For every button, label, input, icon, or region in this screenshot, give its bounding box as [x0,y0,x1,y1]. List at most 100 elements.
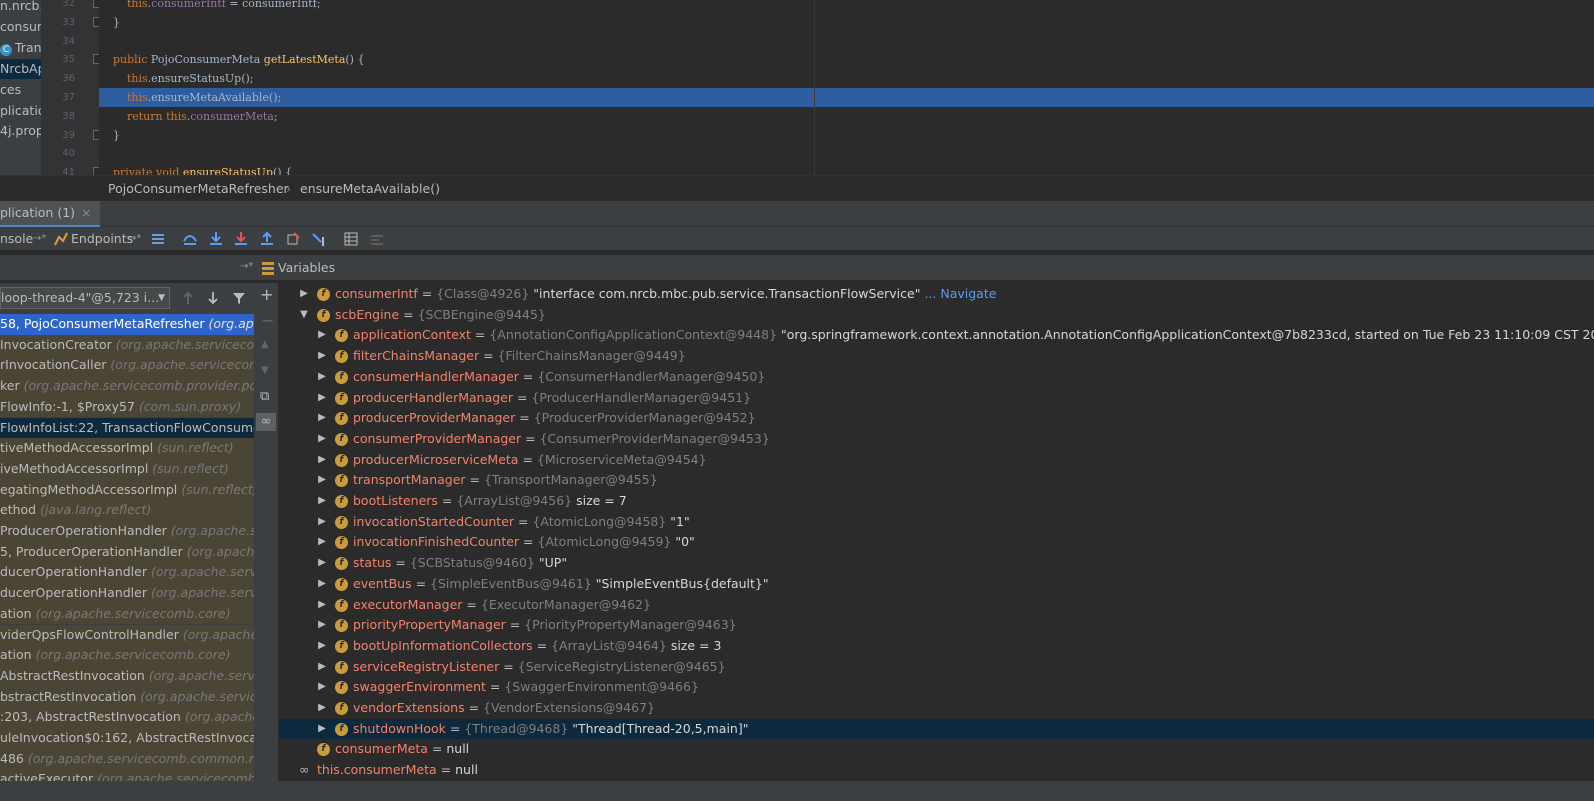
stack-frame[interactable]: ation (org.apache.servicecomb.core) [0,645,254,666]
debug-session-tab[interactable]: plication (1) × [0,201,100,227]
project-tree-item[interactable]: NrcbAp [0,59,41,79]
variable-row[interactable]: ▶ f producerProviderManager = {ProducerPro… [279,408,1594,429]
project-tree-item[interactable]: 4j.prop [0,121,41,141]
variable-row[interactable]: ▶ f transportManager = {TransportManager@9… [279,470,1594,491]
variable-row[interactable]: ▶ f swaggerEnvironment = {SwaggerEnvironme… [279,677,1594,698]
expand-arrow-icon[interactable]: ▶ [317,553,327,574]
stack-frame[interactable]: ProducerOperationHandler (org.apache.ser… [0,521,254,542]
step-out-icon[interactable] [259,231,275,247]
frames-pin-icon[interactable]: →* [240,258,253,276]
variable-row[interactable]: ▶ f executorManager = {ExecutorManager@946… [279,595,1594,616]
expand-arrow-icon[interactable]: ▶ [317,595,327,616]
stack-frame[interactable]: ducerOperationHandler (org.apache.servic… [0,562,254,584]
expand-arrow-icon[interactable]: ▶ [317,698,327,719]
variable-row[interactable]: ▶ f status = {SCBStatus@9460} "UP" [279,553,1594,574]
expand-arrow-icon[interactable]: ▶ [317,470,327,491]
arrow-up-icon[interactable] [180,290,196,306]
variable-row[interactable]: ▼ f scbEngine = {SCBEngine@9445} [279,305,1594,326]
move-up-icon[interactable]: ▲ [261,339,269,350]
expand-arrow-icon[interactable]: ▶ [317,408,327,429]
variable-row[interactable]: ▶ f bootListeners = {ArrayList@9456} size … [279,491,1594,512]
stack-frame[interactable]: FlowInfoList:22, TransactionFlowConsumer… [0,417,254,439]
stack-frame[interactable]: InvocationCreator (org.apache.servicecom… [0,334,254,356]
stack-frame[interactable]: :203, AbstractRestInvocation (org.apache… [0,707,254,728]
breadcrumb-method[interactable]: ensureMetaAvailable() [300,181,440,196]
console-tab[interactable]: nsole [0,230,33,248]
pin-icon[interactable]: →* [33,230,46,248]
expand-arrow-icon[interactable]: ▶ [317,429,327,450]
trace-icon[interactable] [369,231,385,247]
breadcrumb-class[interactable]: PojoConsumerMetaRefresher [108,181,289,196]
stack-frame[interactable]: bstractRestInvocation (org.apache.servic… [0,686,254,708]
expand-arrow-icon[interactable]: ▶ [317,512,327,533]
stack-frame[interactable]: tiveMethodAccessorImpl (sun.reflect) [0,438,254,459]
show-watches-icon[interactable]: ∞ [256,413,276,431]
project-tree-item[interactable]: n.nrcb.r [0,0,41,16]
variable-row[interactable]: ▶ f producerMicroserviceMeta = {Microservi… [279,450,1594,471]
thread-selector[interactable]: loop-thread-4"@5,723 i... ▼ [0,287,170,309]
stack-frame[interactable]: ker (org.apache.servicecomb.provider.poj… [0,376,254,397]
variable-row[interactable]: ▶ f invocationStartedCounter = {AtomicLong… [279,512,1594,533]
variable-row[interactable]: ▶ f applicationContext = {AnnotationConfig… [279,325,1594,346]
expand-arrow-icon[interactable]: ▶ [317,367,327,388]
variable-row[interactable]: ▶ f consumerProviderManager = {ConsumerPro… [279,429,1594,450]
project-tree-item[interactable]: plicatior [0,101,41,121]
expand-arrow-icon[interactable]: ▶ [317,491,327,512]
close-icon[interactable]: × [81,205,91,220]
expand-arrow-icon[interactable]: ▶ [317,657,327,678]
expand-arrow-icon[interactable]: ▶ [317,574,327,595]
stack-frame[interactable]: 5, ProducerOperationHandler (org.apache.… [0,541,254,563]
filter-icon[interactable] [231,290,247,306]
move-down-icon[interactable]: ▼ [261,365,269,376]
remove-watch-icon[interactable]: − [261,311,274,330]
arrow-down-icon[interactable] [205,290,221,306]
stack-frame[interactable]: ethod (java.lang.reflect) [0,500,254,521]
expand-arrow-icon[interactable]: ▶ [317,615,327,636]
variable-row[interactable]: ▶ f serviceRegistryListener = {ServiceRegi… [279,657,1594,678]
step-into-icon[interactable] [208,231,224,247]
variable-row[interactable]: ▶ f consumerIntf = {Class@4926} "interface… [279,284,1594,305]
stack-frame[interactable]: uleInvocation$0:162, AbstractRestInvocat… [0,728,254,749]
pin-icon-2[interactable]: →* [128,230,141,248]
variable-row[interactable]: ▶ f producerHandlerManager = {ProducerHand… [279,388,1594,409]
variable-row[interactable]: ▶ f bootUpInformationCollectors = {ArrayLi… [279,636,1594,657]
project-tree-item[interactable]: consum [0,17,41,37]
stack-frame[interactable]: rInvocationCaller (org.apache.servicecom… [0,355,254,377]
variable-row[interactable]: ▶ f vendorExtensions = {VendorExtensions@9… [279,698,1594,719]
add-watch-icon[interactable]: + [260,285,273,304]
variable-row[interactable]: ▶ f eventBus = {SimpleEventBus@9461} "Simp… [279,574,1594,595]
evaluate-expression-icon[interactable] [343,231,359,247]
variable-row[interactable]: ∞ this.consumerMeta = null [279,760,1594,781]
stack-frame[interactable]: ation (org.apache.servicecomb.core) [0,603,254,625]
stack-frame[interactable]: FlowInfo:-1, $Proxy57 (com.sun.proxy) [0,396,254,418]
step-over-icon[interactable] [182,231,198,247]
expand-arrow-icon[interactable]: ▶ [317,677,327,698]
collapse-arrow-icon[interactable]: ▼ [299,305,309,326]
variable-row[interactable]: ▶ f shutdownHook = {Thread@9468} "Thread[T… [279,718,1594,740]
code-editor[interactable]: this.consumerIntf = consumerIntf; } publ… [99,0,1594,175]
project-tree-item[interactable]: C Tran [0,38,41,58]
variable-row[interactable]: ▶ f priorityPropertyManager = {PriorityPro… [279,615,1594,636]
expand-arrow-icon[interactable]: ▶ [317,325,327,346]
run-to-cursor-icon[interactable] [311,231,327,247]
variable-row[interactable]: ▶ f invocationFinishedCounter = {AtomicLon… [279,532,1594,553]
expand-arrow-icon[interactable]: ▶ [317,388,327,409]
copy-icon[interactable]: ⧉ [260,389,269,404]
expand-arrow-icon[interactable]: ▶ [299,284,309,305]
expand-arrow-icon[interactable]: ▶ [317,450,327,471]
expand-arrow-icon[interactable]: ▶ [317,346,327,367]
drop-frame-icon[interactable] [285,231,301,247]
endpoints-tab[interactable]: Endpoints [71,230,133,248]
expand-arrow-icon[interactable]: ▶ [317,636,327,657]
stack-frame[interactable]: 486 (org.apache.servicecomb.common.rest.… [0,748,254,770]
stack-frame[interactable]: 58, PojoConsumerMetaRefresher (org.apach [0,314,254,335]
stack-frame[interactable]: viderQpsFlowControlHandler (org.apache.s… [0,624,254,646]
variable-row[interactable]: ▶ f filterChainsManager = {FilterChainsMan… [279,346,1594,367]
stack-frame[interactable]: egatingMethodAccessorImpl (sun.reflect) [0,479,254,501]
stack-frame[interactable]: iveMethodAccessorImpl (sun.reflect) [0,458,254,480]
expand-arrow-icon[interactable]: ▶ [317,719,327,740]
project-tree-item[interactable]: ces [0,80,41,100]
variable-row[interactable]: f consumerMeta = null [279,739,1594,760]
expand-arrow-icon[interactable]: ▶ [317,532,327,553]
navigate-link[interactable]: ... Navigate [920,286,996,301]
